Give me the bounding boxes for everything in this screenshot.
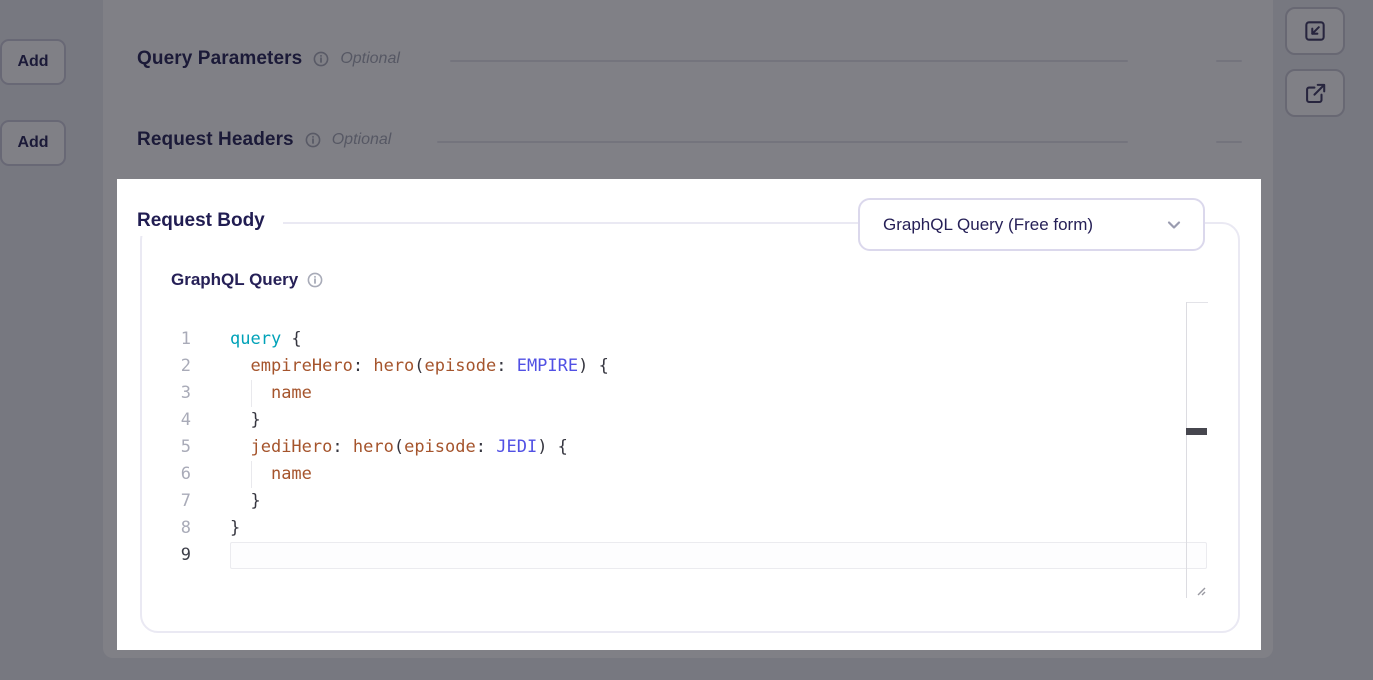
body-type-selected-value: GraphQL Query (Free form) [883,215,1093,235]
line-number: 8 [165,515,191,542]
code-line[interactable]: } [230,407,1207,434]
line-number: 9 [165,542,191,569]
code-token: : [332,437,342,457]
chevron-down-icon [1165,216,1183,234]
code-token: : [353,356,363,376]
code-token: } [250,491,260,511]
request-headers-header: Request Headers Optional [137,127,391,153]
code-token: : [476,437,486,457]
line-number: 5 [165,434,191,461]
divider [437,141,1128,143]
line-number: 6 [165,461,191,488]
graphql-query-label: GraphQL Query [171,270,298,290]
request-body-title: Request Body [137,208,283,236]
divider [450,60,1128,62]
line-number: 7 [165,488,191,515]
code-token: name [271,464,312,484]
code-token: name [271,383,312,403]
code-line[interactable] [230,542,1207,569]
body-type-select[interactable]: GraphQL Query (Free form) [858,198,1205,251]
scrollbar-thumb[interactable] [1186,428,1207,435]
add-request-header-button[interactable]: Add [0,120,66,166]
divider [1216,60,1242,62]
request-headers-title: Request Headers [137,129,294,151]
line-number: 1 [165,326,191,353]
code-token: episode [404,437,476,457]
line-numbers-gutter: 123456789 [165,326,191,569]
graphql-query-label-row: GraphQL Query [171,270,323,290]
code-line[interactable]: query { [230,326,1207,353]
query-parameters-title: Query Parameters [137,48,302,70]
resize-grip-icon[interactable] [1193,583,1209,599]
info-icon[interactable] [305,132,321,148]
code-token: } [250,410,260,430]
line-number: 2 [165,353,191,380]
query-parameters-header: Query Parameters Optional [137,46,400,72]
indent-guide [251,461,252,488]
graphql-code-editor[interactable]: 123456789 query { empireHero: hero(episo… [165,300,1207,600]
line-number: 3 [165,380,191,407]
code-line[interactable]: name [230,461,1207,488]
code-token: ( [394,437,404,457]
add-query-parameter-button[interactable]: Add [0,39,66,85]
scrollbar-track[interactable] [1186,302,1187,598]
code-token: : [496,356,506,376]
page: Query Parameters Optional Add Request He… [0,0,1373,680]
line-number: 4 [165,407,191,434]
code-line[interactable]: name [230,380,1207,407]
code-token: EMPIRE [517,356,578,376]
code-token: empireHero [250,356,352,376]
info-icon[interactable] [313,51,329,67]
external-link-icon [1302,80,1328,106]
code-token [230,491,250,511]
code-token: ) { [537,437,568,457]
optional-label: Optional [340,50,400,68]
indent-guide [251,380,252,407]
code-token [363,356,373,376]
code-line[interactable]: jediHero: hero(episode: JEDI) { [230,434,1207,461]
code-token: JEDI [496,437,537,457]
code-token: episode [425,356,497,376]
code-token: ) { [578,356,609,376]
code-token: } [230,518,240,538]
code-token [506,356,516,376]
code-line[interactable]: } [230,515,1207,542]
code-token [230,410,250,430]
optional-label: Optional [332,131,392,149]
edit-in-box-icon [1302,18,1328,44]
divider [1216,141,1242,143]
code-line[interactable]: empireHero: hero(episode: EMPIRE) { [230,353,1207,380]
code-area[interactable]: query { empireHero: hero(episode: EMPIRE… [230,326,1207,569]
code-token [486,437,496,457]
code-token: jediHero [250,437,332,457]
edit-in-box-button[interactable] [1285,7,1345,55]
code-token: { [281,329,301,349]
code-line[interactable]: } [230,488,1207,515]
open-external-button[interactable] [1285,69,1345,117]
code-token: hero [373,356,414,376]
code-token: hero [353,437,394,457]
code-token: query [230,329,281,349]
code-token [230,437,250,457]
scrollbar-track-top [1186,302,1208,303]
code-token [230,356,250,376]
info-icon[interactable] [307,272,323,288]
code-token [343,437,353,457]
code-token: ( [414,356,424,376]
